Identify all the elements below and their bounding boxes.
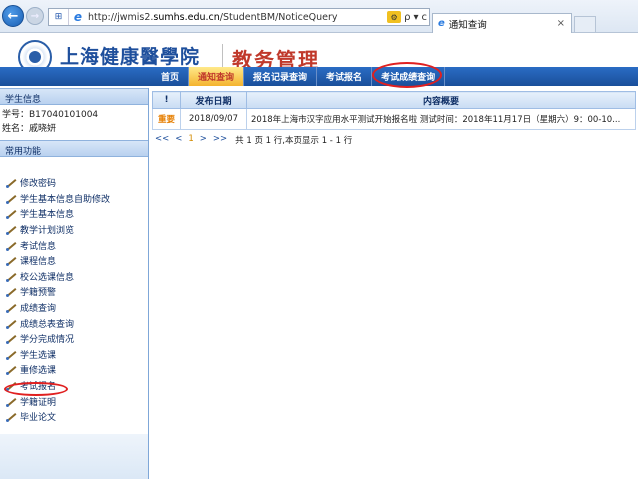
sidebar-item[interactable]: 学生基本信息 — [0, 206, 148, 222]
sidebar-item[interactable]: 成绩查询 — [0, 300, 148, 316]
search-icon[interactable]: ρ — [404, 12, 410, 23]
table-header-row: ! 发布日期 内容概要 — [152, 91, 636, 109]
sidebar-item-label: 考试信息 — [20, 241, 57, 252]
sidebar-item[interactable]: 考试信息 — [0, 237, 148, 253]
tab-title: 通知查询 — [448, 19, 487, 31]
sidebar-item-label: 学籍预警 — [20, 288, 57, 299]
pencil-icon — [6, 224, 18, 236]
sidebar-item[interactable]: 学生选课 — [0, 347, 148, 363]
annotation-circle-exam-signup — [4, 382, 68, 396]
student-info-header: 学生信息 — [0, 88, 148, 105]
pencil-icon — [6, 349, 18, 360]
sidebar-item[interactable]: 课程信息 — [0, 253, 148, 269]
sidebar-item-label: 教学计划浏览 — [20, 226, 75, 237]
refresh-icon[interactable]: c — [422, 12, 428, 23]
sidebar-item[interactable]: 教学计划浏览 — [0, 222, 148, 238]
nav-tab-3[interactable]: 考试报名 — [317, 67, 373, 86]
sidebar-item[interactable]: 校公选课信息 — [0, 269, 148, 285]
pencil-icon — [6, 240, 18, 251]
browser-toolbar: ← → ⊞ e http://jwmis2.sumhs.edu.cn/Stude… — [0, 0, 638, 33]
sidebar-item-label: 学生选课 — [20, 350, 57, 361]
first-page-link[interactable]: << — [155, 134, 169, 146]
sidebar-item-label: 重修选课 — [20, 366, 57, 377]
annotation-circle-nav — [372, 62, 442, 88]
forward-arrow-icon: → — [30, 10, 40, 22]
dropdown-icon[interactable]: ▾ — [413, 12, 418, 23]
notice-summary[interactable]: 2018年上海市汉字应用水平测试开始报名啦 测试时间：2018年11月17日（星… — [246, 108, 636, 130]
ie-tab-icon: e — [438, 18, 445, 29]
pencil-icon — [6, 208, 18, 220]
close-icon[interactable]: × — [557, 18, 565, 29]
pencil-icon — [6, 302, 18, 314]
address-bar[interactable]: ⊞ e http://jwmis2.sumhs.edu.cn/StudentBM… — [48, 8, 430, 26]
sidebar-item-label: 校公选课信息 — [20, 272, 75, 283]
sidebar-item[interactable]: 重修选课 — [0, 362, 148, 378]
pencil-icon — [6, 411, 18, 423]
pagination: << < 1 > >> 共 1 页 1 行,本页显示 1 - 1 行 — [152, 134, 638, 146]
sidebar-item-label: 成绩总表查询 — [20, 319, 75, 330]
sidebar-item[interactable]: 学分完成情况 — [0, 331, 148, 347]
notice-table: ! 发布日期 内容概要 重要 2018/09/07 2018年上海市汉字应用水平测试… — [152, 91, 636, 130]
forward-button[interactable]: → — [26, 7, 44, 25]
sidebar-item[interactable]: 毕业论文 — [0, 409, 148, 425]
back-arrow-icon: ← — [7, 8, 19, 24]
sidebar: 学生信息 学号：B17040101004 姓名：戚晓妍 常用功能 修改密码学生基… — [0, 88, 149, 479]
main-content: ! 发布日期 内容概要 重要 2018/09/07 2018年上海市汉字应用水平测试… — [152, 91, 638, 146]
next-page-link[interactable]: > — [200, 134, 207, 146]
sidebar-item[interactable]: 学生基本信息自助修改 — [0, 191, 148, 207]
pencil-icon — [6, 177, 18, 189]
pencil-icon — [6, 271, 18, 282]
sidebar-footer — [0, 434, 149, 479]
sidebar-item[interactable]: 学籍预警 — [0, 284, 148, 300]
sidebar-item-label: 学分完成情况 — [20, 335, 75, 346]
ie-icon: e — [73, 10, 83, 24]
important-badge: 重要 — [152, 108, 181, 130]
page-icon[interactable]: ⊞ — [49, 9, 69, 25]
sidebar-item[interactable]: 成绩总表查询 — [0, 315, 148, 331]
browser-tab[interactable]: e 通知查询 × — [432, 13, 572, 33]
publish-date: 2018/09/07 — [180, 108, 247, 130]
sidebar-item-label: 学籍证明 — [20, 397, 57, 408]
column-header-flag: ! — [152, 91, 181, 109]
sidebar-item-label: 成绩查询 — [20, 304, 57, 315]
new-tab-button[interactable] — [574, 16, 596, 32]
sidebar-item[interactable]: 修改密码 — [0, 175, 148, 191]
sidebar-item-label: 课程信息 — [20, 257, 57, 268]
pencil-icon — [6, 333, 18, 345]
table-row[interactable]: 重要 2018/09/07 2018年上海市汉字应用水平测试开始报名啦 测试时间：2… — [152, 108, 636, 130]
sidebar-item-label: 毕业论文 — [20, 413, 57, 424]
sidebar-item-label: 学生基本信息 — [20, 210, 75, 221]
compatibility-view-icon[interactable]: ⚙ — [387, 11, 402, 23]
nav-tab-2[interactable]: 报名记录查询 — [244, 67, 318, 86]
sidebar-item[interactable]: 学籍证明 — [0, 393, 148, 409]
pager-info: 共 1 页 1 行,本页显示 1 - 1 行 — [235, 136, 353, 146]
pencil-icon — [6, 286, 18, 298]
sidebar-item-label: 修改密码 — [20, 179, 57, 190]
current-page[interactable]: 1 — [188, 134, 193, 146]
back-button[interactable]: ← — [2, 5, 24, 27]
sidebar-item-label: 学生基本信息自助修改 — [20, 194, 111, 205]
column-header-date: 发布日期 — [180, 91, 247, 109]
pencil-icon — [6, 396, 18, 407]
last-page-link[interactable]: >> — [213, 134, 227, 146]
nav-tab-0[interactable]: 首页 — [152, 67, 190, 86]
pencil-icon — [6, 193, 18, 204]
pencil-icon — [6, 318, 18, 329]
nav-tab-1[interactable]: 通知查询 — [189, 67, 245, 86]
column-header-summary: 内容概要 — [246, 91, 636, 109]
school-name: 上海健康醫學院 — [60, 46, 201, 68]
prev-page-link[interactable]: < — [175, 134, 182, 146]
pencil-icon — [6, 364, 18, 376]
student-id: 学号：B17040101004 — [2, 110, 99, 120]
common-functions-header: 常用功能 — [0, 140, 148, 157]
url-text[interactable]: http://jwmis2.sumhs.edu.cn/StudentBM/Not… — [88, 12, 338, 23]
pencil-icon — [6, 255, 18, 267]
student-name: 姓名：戚晓妍 — [2, 124, 57, 134]
